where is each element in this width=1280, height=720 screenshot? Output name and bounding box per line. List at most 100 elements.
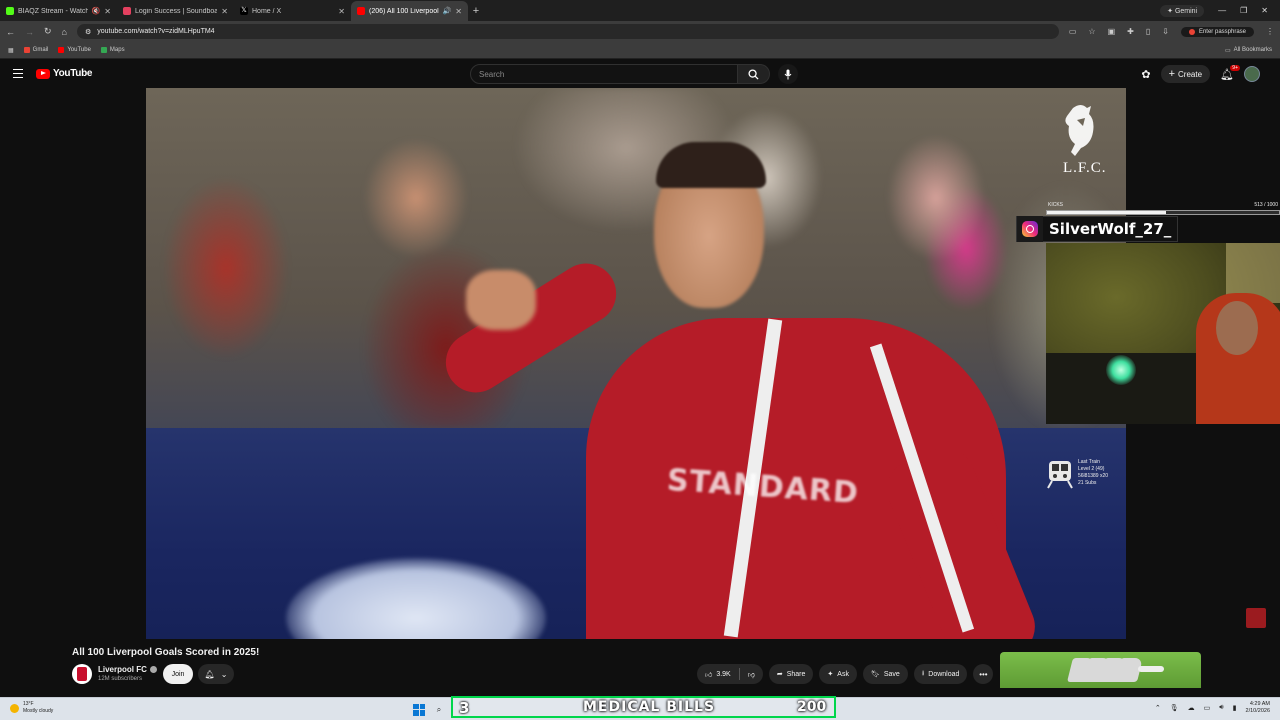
share-button[interactable]: ➦ Share: [768, 664, 814, 684]
youtube-favicon-icon: [357, 7, 365, 15]
ad-thumbnail[interactable]: [1000, 652, 1201, 688]
address-bar[interactable]: ⚙ youtube.com/watch?v=zidMLHpuTM4: [76, 24, 1059, 39]
youtube-header: YouTube Search ✿ + Create 🔔︎ 9+: [0, 60, 1280, 88]
close-window-icon[interactable]: ✕: [1261, 6, 1268, 15]
youtube-logo[interactable]: YouTube: [36, 68, 93, 79]
start-button[interactable]: [412, 703, 426, 717]
video-actions: 👍︎ 3.9K 👎︎ ➦ Share ✦ Ask 🔖︎ Save ⭳ Download •…: [697, 664, 994, 684]
apps-grid-icon[interactable]: ▦: [8, 47, 14, 54]
windows-logo-icon: [413, 703, 425, 716]
voice-search-button[interactable]: [778, 64, 798, 84]
gemini-button[interactable]: ✦ Gemini: [1160, 4, 1205, 17]
channel-avatar[interactable]: [72, 664, 92, 684]
bookmarks-bar: ▦ Gmail YouTube Maps ▭ All Bookmarks: [0, 42, 1280, 59]
weather-desc: Mostly cloudy: [23, 708, 54, 714]
create-button[interactable]: + Create: [1160, 65, 1211, 83]
reload-icon[interactable]: ↻: [44, 26, 52, 37]
clock[interactable]: 4:29 AM 2/10/2026: [1246, 701, 1270, 715]
channel-name-link[interactable]: Liverpool FC: [98, 665, 157, 674]
download-button[interactable]: ⭳ Download: [913, 664, 968, 684]
bookmark-gmail[interactable]: Gmail: [23, 47, 48, 53]
close-tab-icon[interactable]: ✕: [338, 7, 345, 16]
webcam-person-face: [1216, 301, 1258, 355]
downloads-icon[interactable]: ⇩: [1162, 27, 1169, 36]
donation-goal-overlay: 3 MEDICAL BILLS 200: [451, 696, 836, 718]
site-info-icon[interactable]: ⚙: [85, 28, 91, 36]
all-bookmarks[interactable]: ▭ All Bookmarks: [1225, 47, 1272, 54]
bookmark-icon: 🔖︎: [870, 671, 880, 678]
close-tab-icon[interactable]: ✕: [455, 7, 462, 16]
weather-widget[interactable]: 13°F Mostly cloudy: [10, 701, 53, 715]
home-icon[interactable]: ⌂: [62, 27, 67, 37]
train-line: 56l81389 x20: [1078, 473, 1109, 479]
browser-tab[interactable]: BIAQZ Stream - Watch Live 🔇 ✕: [0, 1, 117, 21]
bell-icon: 🔔︎: [204, 669, 215, 679]
battery-icon[interactable]: ▮: [1233, 704, 1237, 712]
back-icon[interactable]: ←: [6, 27, 15, 37]
sparkle-icon: ✦: [827, 671, 834, 678]
tray-chevron-icon[interactable]: ⌃: [1155, 704, 1161, 712]
header-actions: ✿ + Create 🔔︎ 9+: [1141, 64, 1260, 83]
more-actions-button[interactable]: •••: [973, 664, 994, 684]
search-input[interactable]: Search: [470, 64, 738, 84]
instagram-glyph: [1022, 221, 1038, 237]
monitor-icon[interactable]: ▭: [1204, 704, 1211, 712]
browser-tab[interactable]: Login Success | Soundboard Br ✕: [117, 1, 234, 21]
search-taskbar-icon[interactable]: ⌕: [432, 703, 446, 717]
kicks-label: KICKS: [1048, 202, 1064, 208]
channel-watermark-icon[interactable]: [1246, 608, 1266, 628]
dislike-button[interactable]: 👎︎: [740, 670, 763, 679]
notifications-button[interactable]: 🔔︎ 9+: [1220, 64, 1240, 81]
menu-icon[interactable]: [13, 69, 23, 78]
join-button[interactable]: Join: [163, 664, 193, 684]
sidepanel-icon[interactable]: ▯: [1146, 27, 1150, 36]
soundboard-favicon-icon: [123, 7, 131, 15]
more-dots-icon: •••: [979, 669, 988, 679]
search-icon: [748, 68, 759, 80]
kicks-count: 513 / 1000: [1254, 202, 1278, 208]
forward-icon[interactable]: →: [25, 27, 34, 37]
video-title: All 100 Liverpool Goals Scored in 2025!: [72, 647, 260, 658]
thumbs-down-icon: 👎︎: [747, 671, 755, 679]
close-tab-icon[interactable]: ✕: [104, 7, 111, 16]
search-button[interactable]: [738, 64, 770, 84]
maximize-icon[interactable]: ❐: [1240, 6, 1247, 15]
like-button[interactable]: 👍︎ 3.9K: [697, 670, 739, 679]
train-icon: [1047, 461, 1073, 489]
browser-tab[interactable]: 𝕏 Home / X ✕: [234, 1, 351, 21]
save-button[interactable]: 🔖︎ Save: [862, 664, 908, 684]
video-player[interactable]: STANDARD L.F.C.: [146, 88, 1126, 639]
close-tab-icon[interactable]: ✕: [221, 7, 228, 16]
bookmark-label: Maps: [109, 47, 125, 53]
extension-icon[interactable]: ▣: [1108, 27, 1116, 36]
new-tab-button[interactable]: +: [468, 1, 484, 21]
subscribed-button[interactable]: 🔔︎ ⌄: [198, 664, 234, 684]
cast-icon[interactable]: ▭: [1069, 27, 1077, 36]
speaker-tray-icon[interactable]: 🔊︎: [1219, 704, 1223, 712]
ask-button[interactable]: ✦ Ask: [819, 664, 857, 684]
save-label: Save: [883, 670, 900, 678]
channel-name: Liverpool FC: [98, 665, 147, 674]
bookmark-star-icon[interactable]: ☆: [1088, 27, 1095, 36]
bookmark-maps[interactable]: Maps: [100, 47, 125, 53]
thumbs-up-icon: 👍︎: [705, 671, 713, 679]
minimize-icon[interactable]: —: [1218, 6, 1226, 15]
browser-tab-active[interactable]: (206) All 100 Liverpool Goals 🔊 ✕: [351, 1, 468, 21]
cast-settings-icon[interactable]: ✿: [1141, 68, 1150, 81]
bookmark-label: YouTube: [67, 47, 91, 53]
speaker-icon[interactable]: 🔊: [443, 7, 452, 15]
goal-number: 3: [459, 699, 470, 717]
microphone-icon: [784, 69, 792, 79]
muted-speaker-icon[interactable]: 🔇: [92, 7, 101, 15]
download-label: Download: [928, 670, 960, 678]
onedrive-icon[interactable]: ☁: [1188, 704, 1195, 712]
account-avatar[interactable]: [1244, 66, 1260, 82]
subscriber-count: 12M subscribers: [98, 676, 143, 682]
passphrase-button[interactable]: Enter passphrase: [1180, 26, 1254, 37]
puzzle-icon[interactable]: ✚: [1127, 27, 1134, 36]
microphone-icon[interactable]: 🎙︎: [1170, 704, 1179, 712]
system-tray: ⌃ 🎙︎ ☁ ▭ 🔊︎ ▮ 4:29 AM 2/10/2026: [1155, 701, 1270, 715]
lfc-crest-icon: [77, 667, 87, 681]
bookmark-youtube[interactable]: YouTube: [58, 47, 91, 53]
menu-dots-icon[interactable]: ⋮: [1266, 27, 1274, 36]
